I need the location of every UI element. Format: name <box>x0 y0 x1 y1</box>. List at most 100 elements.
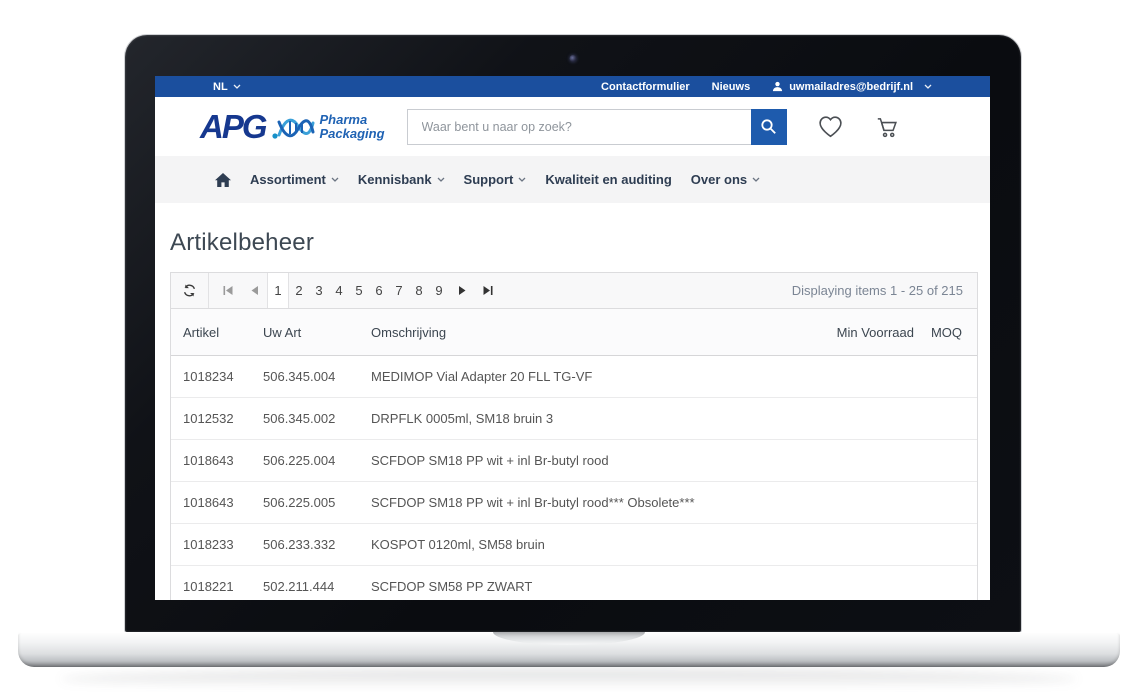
cell-omschrijving: SCFDOP SM18 PP wit + inl Br-butyl rood**… <box>371 495 809 510</box>
laptop-reflection <box>60 669 1078 689</box>
pager-page-8[interactable]: 8 <box>409 273 429 308</box>
cell-uw-art: 506.345.004 <box>263 369 371 384</box>
table-row[interactable]: 1018233 506.233.332 KOSPOT 0120ml, SM58 … <box>171 524 977 566</box>
table-row[interactable]: 1018221 502.211.444 SCFDOP SM58 PP ZWART <box>171 566 977 600</box>
heart-icon <box>817 115 844 139</box>
cell-artikel: 1012532 <box>183 411 263 426</box>
nav-item-kennisbank[interactable]: Kennisbank <box>358 172 445 187</box>
pager-page-5[interactable]: 5 <box>349 273 369 308</box>
grid-status: Displaying items 1 - 25 of 215 <box>792 273 977 308</box>
cell-artikel: 1018643 <box>183 495 263 510</box>
article-grid: 1 2 3 4 5 6 7 8 9 <box>170 272 978 600</box>
refresh-icon <box>182 283 197 298</box>
chevron-down-icon <box>437 177 445 182</box>
first-page-icon <box>223 286 233 295</box>
nav-item-kwaliteit-en-auditing[interactable]: Kwaliteit en auditing <box>545 172 671 187</box>
cell-omschrijving: SCFDOP SM58 PP ZWART <box>371 579 809 594</box>
topbar-link-contactformulier[interactable]: Contactformulier <box>601 81 690 93</box>
pager: 1 2 3 4 5 6 7 8 9 <box>215 273 501 308</box>
nav-item-label: Kwaliteit en auditing <box>545 172 671 187</box>
wishlist-button[interactable] <box>817 115 844 139</box>
cell-omschrijving: KOSPOT 0120ml, SM58 bruin <box>371 537 809 552</box>
cell-artikel: 1018221 <box>183 579 263 594</box>
chevron-down-icon <box>518 177 526 182</box>
main-nav: Assortiment Kennisbank Support <box>155 156 990 203</box>
pager-prev-button[interactable] <box>241 273 267 308</box>
cell-uw-art: 506.345.002 <box>263 411 371 426</box>
column-header-moq[interactable]: MOQ <box>914 325 962 340</box>
logo-apg-text: APG <box>200 110 266 143</box>
cell-uw-art: 506.233.332 <box>263 537 371 552</box>
table-row[interactable]: 1018643 506.225.004 SCFDOP SM18 PP wit +… <box>171 440 977 482</box>
nav-item-label: Over ons <box>691 172 747 187</box>
pager-page-9[interactable]: 9 <box>429 273 449 308</box>
chevron-down-icon <box>752 177 760 182</box>
pager-page-4[interactable]: 4 <box>329 273 349 308</box>
pager-next-button[interactable] <box>449 273 475 308</box>
laptop-screen: NL Contactformulier Nieuws uwmailadres@b… <box>155 76 990 600</box>
chevron-down-icon <box>924 84 932 89</box>
nav-item-assortiment[interactable]: Assortiment <box>250 172 339 187</box>
account-menu[interactable]: uwmailadres@bedrijf.nl <box>772 81 932 93</box>
account-email: uwmailadres@bedrijf.nl <box>789 81 913 93</box>
nav-item-over-ons[interactable]: Over ons <box>691 172 760 187</box>
topbar: NL Contactformulier Nieuws uwmailadres@b… <box>155 76 990 97</box>
nav-item-label: Kennisbank <box>358 172 432 187</box>
pager-first-button[interactable] <box>215 273 241 308</box>
cell-uw-art: 506.225.005 <box>263 495 371 510</box>
pager-page-1[interactable]: 1 <box>267 273 289 308</box>
search-icon <box>760 118 777 135</box>
column-header-artikel[interactable]: Artikel <box>183 325 263 340</box>
chevron-down-icon <box>331 177 339 182</box>
nav-item-label: Support <box>464 172 514 187</box>
column-header-uw-art[interactable]: Uw Art <box>263 325 371 340</box>
nav-item-support[interactable]: Support <box>464 172 527 187</box>
cart-icon <box>874 114 900 140</box>
nav-item-label: Assortiment <box>250 172 326 187</box>
last-page-icon <box>483 286 493 295</box>
grid-toolbar: 1 2 3 4 5 6 7 8 9 <box>171 273 977 309</box>
nav-home[interactable] <box>215 173 231 187</box>
cell-artikel: 1018643 <box>183 453 263 468</box>
main-content: Artikelbeheer <box>155 203 990 600</box>
page-title: Artikelbeheer <box>170 229 978 257</box>
search-form <box>407 109 787 145</box>
laptop-base <box>18 632 1120 667</box>
search-input[interactable] <box>407 109 751 145</box>
table-row[interactable]: 1018643 506.225.005 SCFDOP SM18 PP wit +… <box>171 482 977 524</box>
table-row[interactable]: 1018234 506.345.004 MEDIMOP Vial Adapter… <box>171 356 977 398</box>
language-label: NL <box>213 81 228 93</box>
pager-last-button[interactable] <box>475 273 501 308</box>
refresh-button[interactable] <box>171 273 209 308</box>
pager-page-3[interactable]: 3 <box>309 273 329 308</box>
search-button[interactable] <box>751 109 787 145</box>
home-icon <box>215 173 231 187</box>
logo-line2: Packaging <box>320 127 385 141</box>
table-row[interactable]: 1012532 506.345.002 DRPFLK 0005ml, SM18 … <box>171 398 977 440</box>
cart-button[interactable] <box>874 114 900 140</box>
logo-line1: Pharma <box>320 113 385 127</box>
pager-page-2[interactable]: 2 <box>289 273 309 308</box>
topbar-link-nieuws[interactable]: Nieuws <box>712 81 751 93</box>
chevron-down-icon <box>233 84 241 89</box>
laptop-base-notch <box>493 632 645 645</box>
cell-artikel: 1018234 <box>183 369 263 384</box>
laptop-frame: NL Contactformulier Nieuws uwmailadres@b… <box>125 35 1021 632</box>
cell-omschrijving: DRPFLK 0005ml, SM18 bruin 3 <box>371 411 809 426</box>
webcam-icon <box>570 55 577 62</box>
pager-page-7[interactable]: 7 <box>389 273 409 308</box>
pager-page-6[interactable]: 6 <box>369 273 389 308</box>
language-selector[interactable]: NL <box>213 81 241 93</box>
dna-icon <box>271 110 315 144</box>
column-header-min-voorraad[interactable]: Min Voorraad <box>809 325 914 340</box>
column-header-omschrijving[interactable]: Omschrijving <box>371 325 809 340</box>
next-page-icon <box>459 286 466 295</box>
cell-omschrijving: SCFDOP SM18 PP wit + inl Br-butyl rood <box>371 453 809 468</box>
logo-pharma-text: Pharma Packaging <box>320 113 385 140</box>
page: NL Contactformulier Nieuws uwmailadres@b… <box>0 0 1138 692</box>
prev-page-icon <box>251 286 258 295</box>
site-header: APG Pharma Packaging <box>155 97 990 156</box>
grid-header-row: Artikel Uw Art Omschrijving Min Voorraad… <box>171 309 977 356</box>
cell-artikel: 1018233 <box>183 537 263 552</box>
logo[interactable]: APG Pharma Packaging <box>200 110 385 144</box>
